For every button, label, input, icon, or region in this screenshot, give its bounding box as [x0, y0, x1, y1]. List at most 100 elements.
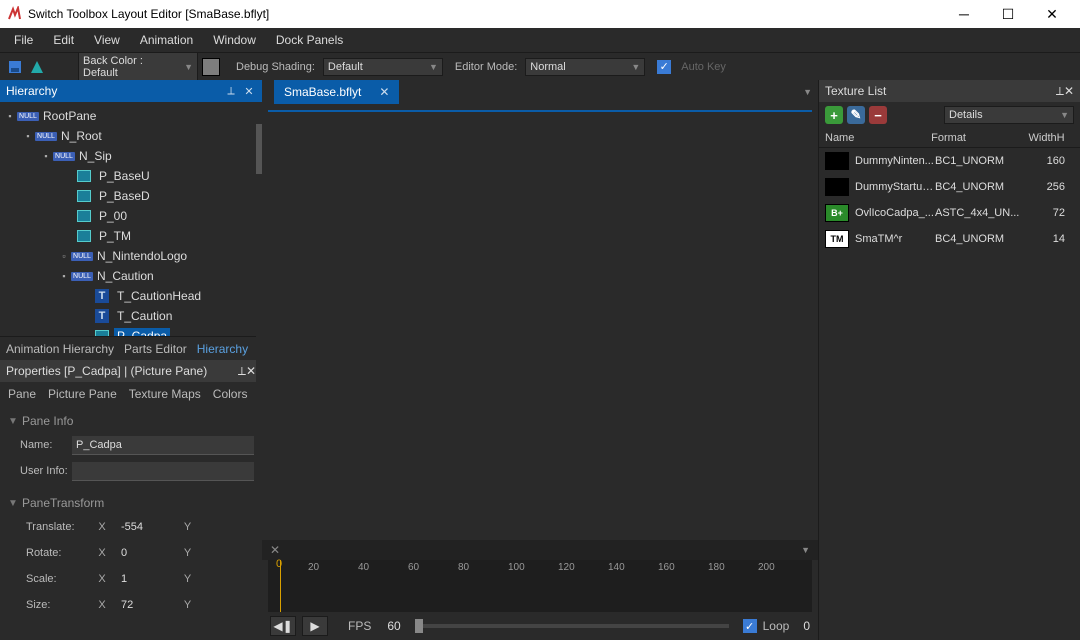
name-label: Name:: [8, 439, 68, 451]
tool-icon[interactable]: [28, 58, 46, 76]
backcolor-swatch[interactable]: [202, 58, 220, 76]
maximize-button[interactable]: ☐: [986, 0, 1030, 28]
save-icon[interactable]: [6, 58, 24, 76]
fps-value[interactable]: 60: [387, 619, 400, 633]
timeline-tick: 200: [758, 562, 775, 573]
tree-node-pbased[interactable]: P_BaseD: [0, 186, 262, 206]
scale-x[interactable]: 1: [121, 573, 169, 585]
texture-row[interactable]: DummyNinten...BC1_UNORM160: [819, 148, 1080, 174]
tab-picturepane[interactable]: Picture Pane: [48, 387, 117, 401]
hierarchy-tree[interactable]: ▪NULLRootPane ▪NULLN_Root ▪NULLN_Sip P_B…: [0, 102, 262, 336]
texture-view-dropdown[interactable]: Details▼: [944, 106, 1074, 124]
play-button[interactable]: ▶: [302, 616, 328, 636]
tree-node-root[interactable]: ▪NULLRootPane: [0, 106, 262, 126]
timeline-caret-icon[interactable]: ▼: [801, 545, 810, 555]
add-texture-button[interactable]: +: [825, 106, 843, 124]
menu-window[interactable]: Window: [203, 30, 266, 50]
autokey-checkbox[interactable]: ✓: [657, 60, 671, 74]
properties-header: Properties [P_Cadpa] | (Picture Pane) ⟂ …: [0, 360, 262, 382]
close-icon[interactable]: ✕: [242, 85, 256, 98]
tree-node-tcaution[interactable]: TT_Caution: [0, 306, 262, 326]
texture-width: 14: [1025, 233, 1065, 245]
tree-node-pbaseu[interactable]: P_BaseU: [0, 166, 262, 186]
tree-node-p00[interactable]: P_00: [0, 206, 262, 226]
texture-name: SmaTM^r: [855, 233, 935, 245]
document-tabbar: SmaBase.bflyt ✕ ▼: [262, 80, 818, 104]
tree-node-nsip[interactable]: ▪NULLN_Sip: [0, 146, 262, 166]
timeline-tick: 180: [708, 562, 725, 573]
timeline[interactable]: 20406080100120140160180200: [268, 560, 812, 612]
debugshading-dropdown[interactable]: Default▼: [323, 58, 443, 76]
pin-icon[interactable]: ⟂: [238, 364, 246, 379]
texture-thumb: [825, 178, 849, 196]
debugshading-label: Debug Shading:: [236, 61, 315, 73]
timeline-tick: 140: [608, 562, 625, 573]
texture-row[interactable]: TM SmaTM^rBC4_UNORM14: [819, 226, 1080, 252]
tab-parts-editor[interactable]: Parts Editor: [124, 342, 187, 356]
tree-node-ptm[interactable]: P_TM: [0, 226, 262, 246]
close-button[interactable]: ✕: [1030, 0, 1074, 28]
backcolor-dropdown[interactable]: Back Color : Default▼: [78, 52, 198, 82]
tree-node-tcautionhead[interactable]: TT_CautionHead: [0, 286, 262, 306]
texture-thumb: TM: [825, 230, 849, 248]
menu-dockpanels[interactable]: Dock Panels: [266, 30, 353, 50]
autokey-label: Auto Key: [681, 61, 726, 73]
menu-file[interactable]: File: [4, 30, 43, 50]
loop-checkbox[interactable]: ✓: [743, 619, 757, 633]
row-rotate: Rotate: X 0 Y: [8, 540, 254, 566]
menu-animation[interactable]: Animation: [130, 30, 203, 50]
pin-icon[interactable]: ⟂: [224, 85, 238, 98]
close-tab-icon[interactable]: ✕: [379, 85, 389, 99]
document-tab[interactable]: SmaBase.bflyt ✕: [274, 80, 399, 104]
menu-edit[interactable]: Edit: [43, 30, 84, 50]
tree-node-nlogo[interactable]: ▫NULLN_NintendoLogo: [0, 246, 262, 266]
timeline-tick: 80: [458, 562, 469, 573]
editormode-dropdown[interactable]: Normal▼: [525, 58, 645, 76]
timeline-close-icon[interactable]: ✕: [270, 543, 280, 557]
menu-view[interactable]: View: [84, 30, 130, 50]
timeline-tick: 100: [508, 562, 525, 573]
section-paneinfo[interactable]: ▼Pane Info: [8, 410, 254, 432]
tab-anim-hierarchy[interactable]: Animation Hierarchy: [6, 342, 114, 356]
timeline-slider[interactable]: [415, 624, 729, 628]
row-translate: Translate: X -554 Y: [8, 514, 254, 540]
texture-name: DummyStartup...: [855, 181, 935, 193]
frame-value[interactable]: 0: [803, 619, 810, 633]
hierarchy-bottom-tabs: Animation Hierarchy Parts Editor Hierarc…: [0, 336, 262, 360]
rotate-x[interactable]: 0: [121, 547, 169, 559]
userinfo-input[interactable]: [72, 462, 254, 481]
size-x[interactable]: 72: [121, 599, 169, 611]
loop-label: Loop: [763, 619, 790, 633]
tree-node-pcadpa[interactable]: P_Cadpa: [0, 326, 262, 336]
viewport-scrollbar[interactable]: [256, 104, 262, 540]
timeline-ruler: 20406080100120140160180200: [268, 560, 812, 580]
texture-format: BC1_UNORM: [935, 155, 1025, 167]
tree-node-nroot[interactable]: ▪NULLN_Root: [0, 126, 262, 146]
texture-row[interactable]: DummyStartup...BC4_UNORM256: [819, 174, 1080, 200]
tab-dropdown-icon[interactable]: ▼: [797, 87, 818, 97]
tab-colors[interactable]: Colors: [213, 387, 248, 401]
name-input[interactable]: [72, 436, 254, 455]
editormode-label: Editor Mode:: [455, 61, 517, 73]
tab-pane[interactable]: Pane: [8, 387, 36, 401]
tab-texturemaps[interactable]: Texture Maps: [129, 387, 201, 401]
close-icon[interactable]: ✕: [246, 364, 256, 378]
minimize-button[interactable]: ─: [942, 0, 986, 28]
tree-node-ncaution[interactable]: ▪NULLN_Caution: [0, 266, 262, 286]
tab-hierarchy[interactable]: Hierarchy: [197, 342, 248, 356]
timeline-tick: 120: [558, 562, 575, 573]
pin-icon[interactable]: ⟂: [1056, 84, 1064, 99]
translate-x[interactable]: -554: [121, 521, 169, 533]
texture-thumb: B+: [825, 204, 849, 222]
texture-row[interactable]: B+OvlIcoCadpa_...ASTC_4x4_UN...72: [819, 200, 1080, 226]
edit-texture-button[interactable]: ✎: [847, 106, 865, 124]
section-transform[interactable]: ▼PaneTransform: [8, 492, 254, 514]
timeline-controls: ◀❚ ▶ FPS 60 ✓ Loop 0: [262, 612, 818, 640]
layout-viewport[interactable]: B+: [268, 110, 812, 112]
texture-format: BC4_UNORM: [935, 233, 1025, 245]
close-icon[interactable]: ✕: [1064, 84, 1074, 98]
prev-frame-button[interactable]: ◀❚: [270, 616, 296, 636]
delete-texture-button[interactable]: −: [869, 106, 887, 124]
texture-columns: Name Format Width H: [819, 128, 1080, 148]
app-icon: [6, 6, 22, 22]
